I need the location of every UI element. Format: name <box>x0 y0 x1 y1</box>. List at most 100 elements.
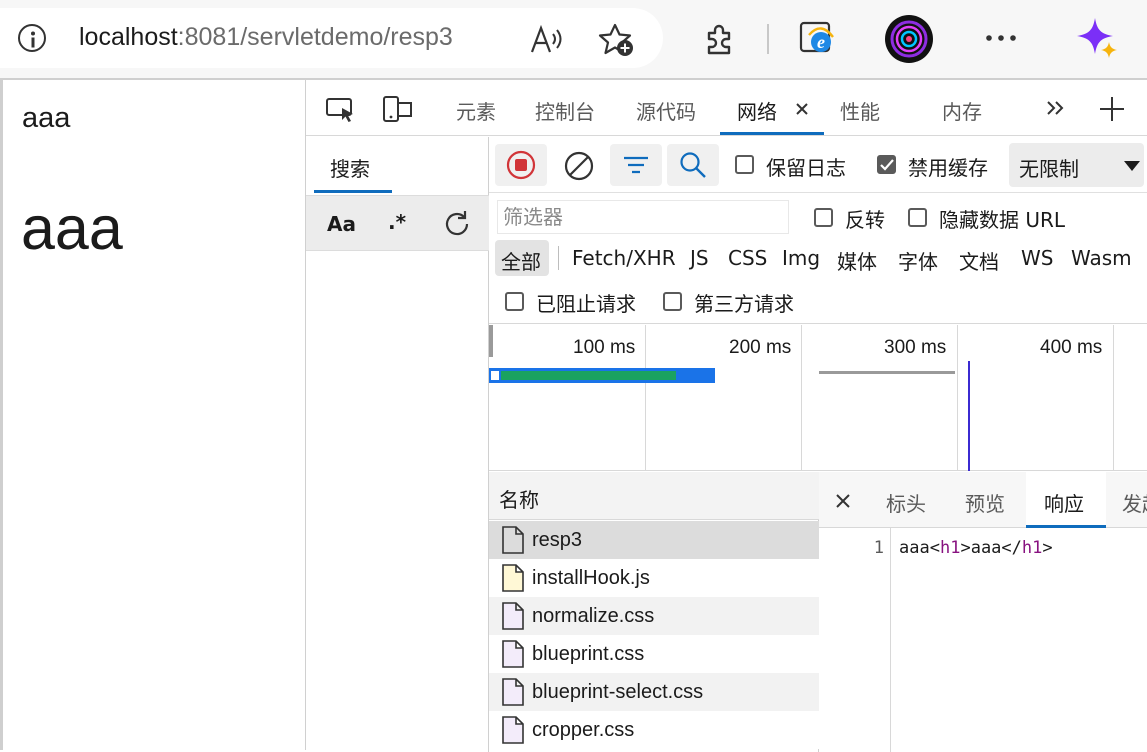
ie-mode-icon[interactable]: e <box>799 20 837 56</box>
timeline-gridline <box>1113 325 1114 471</box>
filter-field[interactable] <box>497 200 789 234</box>
request-row[interactable]: installHook.js <box>489 559 819 597</box>
more-tabs-icon[interactable] <box>1046 100 1066 116</box>
tab-sources[interactable]: 源代码 <box>636 96 696 125</box>
code-text: aaa <box>899 538 930 558</box>
code-punct: > <box>1042 538 1053 558</box>
type-filter-css[interactable]: CSS <box>728 246 767 270</box>
devtools-panel: 元素 控制台 源代码 网络 性能 内存 搜索 Aa .* 保留日志 禁用缓存 无… <box>305 78 1147 752</box>
invert-checkbox[interactable] <box>814 208 833 227</box>
code-punct: </ <box>1001 538 1022 558</box>
preserve-log-checkbox[interactable] <box>735 155 754 174</box>
request-list-header: 名称 <box>489 472 819 520</box>
record-button[interactable] <box>495 144 547 186</box>
request-row[interactable]: resp3 <box>489 521 819 559</box>
profile-avatar-icon[interactable] <box>884 14 934 64</box>
extensions-icon[interactable] <box>703 22 737 56</box>
type-filter-all[interactable]: 全部 <box>495 240 549 276</box>
search-tab-label: 搜索 <box>330 157 370 181</box>
type-filter-doc[interactable]: 文档 <box>959 246 999 275</box>
request-row[interactable]: normalize.css <box>489 597 819 635</box>
search-button[interactable] <box>667 144 719 186</box>
filter-icon <box>624 156 648 174</box>
request-row[interactable]: blueprint-select.css <box>489 673 819 711</box>
tab-elements[interactable]: 元素 <box>456 96 496 125</box>
inspect-element-icon[interactable] <box>325 96 357 124</box>
column-name-header[interactable]: 名称 <box>499 484 539 513</box>
search-icon <box>680 152 706 178</box>
hide-data-urls-label: 隐藏数据 URL <box>939 208 1066 232</box>
throttling-select[interactable]: 无限制 <box>1009 143 1144 187</box>
request-list: 名称 resp3 installHook.js normalize.css bl… <box>489 472 819 752</box>
type-filter-wasm[interactable]: Wasm <box>1071 246 1132 270</box>
network-panel: 保留日志 禁用缓存 无限制 反转 隐藏数据 URL 全部 Fetch/XHR J… <box>489 137 1147 752</box>
checkmark-icon <box>880 159 894 171</box>
tab-console[interactable]: 控制台 <box>535 96 595 125</box>
record-icon <box>506 150 536 180</box>
site-info-icon[interactable] <box>18 24 46 52</box>
chevron-down-icon <box>1124 161 1140 171</box>
tab-headers[interactable]: 标头 <box>886 488 926 517</box>
invert-label: 反转 <box>845 208 885 232</box>
match-case-button[interactable]: Aa <box>327 212 356 236</box>
preserve-log-label: 保留日志 <box>766 156 846 180</box>
type-filter-js[interactable]: JS <box>690 246 709 270</box>
tab-preview[interactable]: 预览 <box>965 488 1005 517</box>
close-tab-icon[interactable] <box>795 102 809 116</box>
active-tab-indicator <box>720 132 824 135</box>
url-host: localhost <box>79 23 178 51</box>
timeline-label: 100 ms <box>573 337 636 358</box>
request-row[interactable]: blueprint.css <box>489 635 819 673</box>
request-row[interactable]: cropper.css <box>489 711 819 749</box>
type-filter-img[interactable]: Img <box>782 246 820 270</box>
document-icon <box>502 526 524 554</box>
disable-cache-checkbox[interactable] <box>877 155 896 174</box>
tab-search[interactable]: 搜索 <box>314 137 392 193</box>
hide-data-urls-checkbox[interactable] <box>908 208 927 227</box>
dom-content-loaded-marker <box>968 361 970 471</box>
third-party-label: 第三方请求 <box>694 292 794 316</box>
filter-button[interactable] <box>610 144 662 186</box>
tab-response-label: 响应 <box>1044 492 1084 516</box>
disable-cache-label: 禁用缓存 <box>908 156 988 180</box>
tab-response[interactable]: 响应 <box>1026 472 1106 528</box>
timeline-gridline <box>645 325 646 471</box>
page-viewport: aaa aaa <box>0 78 306 750</box>
type-filter-fetch-xhr[interactable]: Fetch/XHR <box>572 246 676 270</box>
device-emulation-icon[interactable] <box>382 94 414 124</box>
tab-memory[interactable]: 内存 <box>942 96 982 125</box>
read-aloud-icon[interactable] <box>530 25 566 55</box>
code-tag: h1 <box>1021 538 1043 558</box>
timeline-label: 300 ms <box>884 337 947 358</box>
regex-button[interactable]: .* <box>388 210 406 234</box>
third-party-checkbox[interactable] <box>663 292 682 311</box>
filter-input[interactable] <box>498 201 788 233</box>
blocked-requests-checkbox[interactable] <box>505 292 524 311</box>
close-details-icon[interactable] <box>835 493 851 509</box>
more-options-icon[interactable] <box>985 34 1017 42</box>
copilot-icon[interactable] <box>1075 16 1121 62</box>
timeline-label: 200 ms <box>729 337 792 358</box>
refresh-icon[interactable] <box>441 208 473 240</box>
tab-network[interactable]: 网络 <box>737 96 777 125</box>
network-toolbar: 保留日志 禁用缓存 无限制 <box>489 137 1147 193</box>
toolbar-divider <box>767 24 769 54</box>
code-punct: > <box>960 538 971 558</box>
clear-icon[interactable] <box>563 150 595 182</box>
script-file-icon <box>502 564 524 592</box>
type-filter-media[interactable]: 媒体 <box>837 246 877 275</box>
devtools-tab-bar: 元素 控制台 源代码 网络 性能 内存 <box>306 80 1147 136</box>
address-bar[interactable]: localhost:8081/servletdemo/resp3 <box>0 8 663 68</box>
tab-initiator[interactable]: 发起 <box>1122 488 1147 517</box>
type-filter-font[interactable]: 字体 <box>898 246 938 275</box>
timeline-gridline <box>957 325 958 471</box>
tab-performance[interactable]: 性能 <box>840 96 880 125</box>
add-favorite-icon[interactable] <box>598 22 638 58</box>
line-number: 1 <box>873 538 884 558</box>
details-tab-bar: 标头 预览 响应 发起 <box>819 472 1147 528</box>
type-filter-ws[interactable]: WS <box>1021 246 1053 270</box>
add-tab-icon[interactable] <box>1099 96 1125 122</box>
timeline-gridline <box>801 325 802 471</box>
request-name: normalize.css <box>532 605 655 627</box>
url-text[interactable]: localhost:8081/servletdemo/resp3 <box>79 23 453 52</box>
